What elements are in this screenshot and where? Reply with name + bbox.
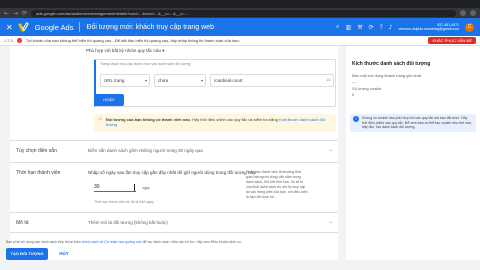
policy-text-rest: để tạo danh sách. Nếu cần hỗ trợ, hãy xe… bbox=[141, 240, 242, 244]
notifications-icon[interactable]: ♪ bbox=[389, 24, 393, 31]
cookie-count-value: 0 bbox=[352, 92, 355, 97]
prefill-desc[interactable]: Điền sẵn danh sách gồm những người trong… bbox=[88, 148, 203, 153]
avatar[interactable]: C bbox=[465, 22, 474, 32]
prefill-label: Tùy chọn điền sẵn bbox=[16, 148, 57, 154]
chevron-down-icon: ▾ bbox=[200, 78, 203, 83]
rule-box: Trang khách truy cập được chọn vào danh … bbox=[94, 59, 336, 107]
close-icon[interactable]: ✕ bbox=[6, 23, 13, 32]
audience-form: Phù hợp với bất kỳ nhóm quy tắc nào ▾ Tr… bbox=[10, 46, 338, 260]
divider bbox=[10, 232, 338, 233]
description-label: Mô tả bbox=[16, 220, 29, 226]
create-audience-button[interactable]: TẠO ĐỐI TƯỢNG bbox=[6, 248, 48, 260]
forward-icon[interactable]: → bbox=[13, 10, 18, 17]
account-info[interactable]: 537-451-4571 crimson.dolphin.marketing@g… bbox=[399, 23, 459, 31]
address-bar[interactable]: ads.google.com/aw/audiences/management/d… bbox=[31, 9, 456, 17]
ads-header: ✕ Google Ads Đối tượng mới: khách truy c… bbox=[0, 18, 480, 36]
brand-name: Google Ads bbox=[34, 22, 74, 32]
membership-help: Thời gian thành viên là khoảng thời gian… bbox=[246, 170, 308, 199]
description-desc[interactable]: Thêm mô tả đối tượng (không bắt buộc) bbox=[88, 220, 168, 225]
days-unit: ngày bbox=[142, 186, 150, 190]
info-icon: i bbox=[353, 116, 359, 122]
notification-bar: 1 2 3 ! Tài khoản của bạn không thể hiển… bbox=[0, 36, 480, 46]
char-count: 1/1 bbox=[326, 78, 331, 82]
extension-icon[interactable] bbox=[460, 10, 466, 16]
days-value: 30 bbox=[94, 184, 100, 190]
rule-group-select[interactable]: Phù hợp với bất kỳ nhóm quy tắc nào ▾ bbox=[86, 48, 164, 54]
policy-link[interactable]: chính sách về Cá nhân hóa quảng cáo bbox=[82, 240, 142, 244]
policy-text: Bạn phải sử dụng các danh sách tiếp thị … bbox=[6, 240, 82, 244]
rule-value-text: /cardinal-court bbox=[214, 78, 243, 83]
chevron-down-icon: ▾ bbox=[144, 78, 147, 83]
divider bbox=[10, 140, 338, 141]
step-numbers: 1 2 3 bbox=[4, 38, 13, 43]
chevron-down-icon[interactable]: ⌄ bbox=[329, 219, 333, 225]
warning-icon: ⚠ bbox=[98, 116, 103, 122]
rule-type-select[interactable]: URL trang ▾ bbox=[100, 74, 150, 87]
profile-icon[interactable] bbox=[470, 10, 476, 16]
fix-issue-button[interactable]: KHẮC PHỤC VẤN ĐỀ bbox=[428, 37, 476, 44]
membership-days-input[interactable]: 30 bbox=[94, 184, 136, 192]
audience-size-panel: Kích thước danh sách đối tượng Bảo mật n… bbox=[346, 46, 480, 260]
no-cookies-info: i Không có cookie nào phù hợp với các qu… bbox=[350, 114, 476, 132]
refresh-icon[interactable]: ⟳ bbox=[369, 24, 374, 31]
info-text: Không có cookie nào phù hợp với các quy … bbox=[362, 116, 472, 129]
rule-condition-select[interactable]: chứa ▾ bbox=[154, 74, 206, 87]
tools-icon[interactable]: ⚒ bbox=[357, 24, 362, 31]
page-title: Đối tượng mới: khách truy cập trang web bbox=[86, 23, 214, 31]
error-icon: ! bbox=[16, 38, 22, 43]
days-max-hint: Thời hạn thành viên tối đa là 540 ngày bbox=[94, 200, 154, 204]
membership-desc: Nhập số ngày sau lần truy cập gần đây nh… bbox=[88, 170, 256, 175]
divider bbox=[10, 162, 338, 163]
back-icon[interactable]: ← bbox=[4, 10, 9, 17]
warning-text: Hãy thử điều chỉnh các quy tắc và kiểm t… bbox=[191, 117, 279, 122]
account-email: crimson.dolphin.marketing@gmail.com bbox=[398, 27, 459, 31]
rule-condition-value: chứa bbox=[158, 78, 169, 83]
membership-label: Thời hạn thành viên bbox=[16, 170, 61, 176]
cookie-count-label: Số lượng cookie bbox=[352, 86, 382, 91]
browser-tabstrip bbox=[0, 0, 480, 8]
audience-size-title: Kích thước danh sách đối tượng bbox=[352, 61, 431, 67]
divider bbox=[10, 212, 338, 213]
warning-bold: Đối tượng của bạn không có thành viên nà… bbox=[106, 117, 192, 122]
rule-value-input[interactable]: /cardinal-court 1/1 bbox=[210, 74, 334, 87]
search-icon[interactable]: ⌕ bbox=[336, 23, 339, 31]
header-divider bbox=[79, 22, 81, 32]
reload-icon[interactable]: ⟳ bbox=[22, 10, 27, 17]
reports-icon[interactable]: ▥ bbox=[346, 24, 352, 31]
account-error-message: Tài khoản của bạn không thể hiển thị quả… bbox=[25, 38, 240, 43]
network-size-label: Bảo mật nội dung khách hàng gửi nhất bbox=[352, 73, 421, 78]
rule-type-value: URL trang bbox=[104, 78, 125, 83]
policy-note: Bạn phải sử dụng các danh sách tiếp thị … bbox=[6, 240, 242, 244]
browser-toolbar: ← → ⟳ ads.google.com/aw/audiences/manage… bbox=[0, 8, 480, 18]
chevron-down-icon[interactable]: ⌄ bbox=[329, 147, 333, 153]
or-button[interactable]: HOẶC bbox=[94, 94, 124, 106]
rule-hint: Trang khách truy cập được chọn vào danh … bbox=[100, 62, 191, 66]
cancel-button[interactable]: HỦY bbox=[54, 248, 74, 260]
google-ads-logo bbox=[17, 21, 29, 33]
empty-audience-warning: ⚠ Đối tượng của bạn không có thành viên … bbox=[94, 114, 336, 132]
text-cursor bbox=[134, 184, 135, 191]
network-size-value: — bbox=[352, 79, 356, 84]
help-icon[interactable]: ? bbox=[380, 24, 383, 31]
